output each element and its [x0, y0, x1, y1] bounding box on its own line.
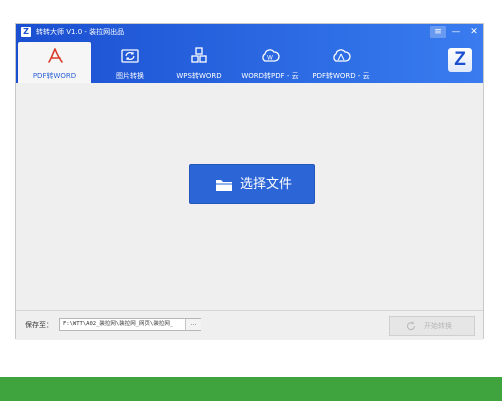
window-title: 转转大师 V1.0 - 装拉网出品	[36, 28, 125, 36]
tab-label: 图片转换	[116, 72, 144, 80]
tab-word-to-pdf-cloud[interactable]: W WORD转PDF - 云	[238, 42, 302, 83]
tab-label: WORD转PDF - 云	[241, 72, 299, 80]
menu-button[interactable]: ≡	[430, 26, 446, 38]
cloud-word-icon: W	[262, 49, 280, 62]
tab-label: PDF转WORD - 云	[312, 72, 370, 80]
app-logo-icon: Z	[21, 27, 31, 37]
start-convert-button[interactable]: 开始转换	[389, 316, 475, 336]
browse-button[interactable]: ...	[185, 319, 201, 330]
select-file-label: 选择文件	[240, 177, 293, 192]
tab-pdf-to-word[interactable]: PDF转WORD	[18, 42, 91, 83]
tab-label: WPS转WORD	[176, 72, 222, 80]
tab-wps-to-word[interactable]: WPS转WORD	[167, 42, 231, 83]
start-convert-label: 开始转换	[424, 322, 452, 330]
tab-bar: PDF转WORD 图片转换 WPS转WORD W WORD转PDF - 云 PD…	[16, 42, 483, 83]
minimize-button[interactable]: —	[448, 26, 464, 38]
brand-logo-icon: Z	[448, 48, 472, 72]
image-convert-icon	[121, 49, 139, 63]
save-path-value: F:\WTT\A02_装拉网\装拉网_网页\装拉网_	[63, 321, 174, 327]
close-button[interactable]: ✕	[466, 26, 482, 38]
save-path-field[interactable]: F:\WTT\A02_装拉网\装拉网_网页\装拉网_	[59, 318, 201, 331]
select-file-button[interactable]: 选择文件	[189, 164, 315, 204]
header: Z 转转大师 V1.0 - 装拉网出品 ≡ — ✕ PDF转WORD 图片转换	[16, 24, 483, 83]
cloud-pdf-icon	[333, 49, 351, 62]
folder-icon	[216, 180, 232, 191]
green-bottom-bar	[0, 377, 502, 401]
pdf-icon	[47, 48, 63, 63]
refresh-icon	[406, 321, 416, 331]
wps-icon	[191, 47, 207, 63]
tab-label: PDF转WORD	[32, 72, 77, 80]
footer-bar: 保存至： F:\WTT\A02_装拉网\装拉网_网页\装拉网_ ... 开始转换	[16, 310, 483, 340]
tab-pdf-to-word-cloud[interactable]: PDF转WORD - 云	[306, 42, 376, 83]
tab-image-convert[interactable]: 图片转换	[100, 42, 160, 83]
app-window: Z 转转大师 V1.0 - 装拉网出品 ≡ — ✕ PDF转WORD 图片转换	[15, 23, 484, 340]
save-to-label: 保存至：	[25, 321, 53, 329]
title-bar: Z 转转大师 V1.0 - 装拉网出品 ≡ — ✕	[16, 24, 483, 40]
svg-text:W: W	[267, 55, 273, 62]
